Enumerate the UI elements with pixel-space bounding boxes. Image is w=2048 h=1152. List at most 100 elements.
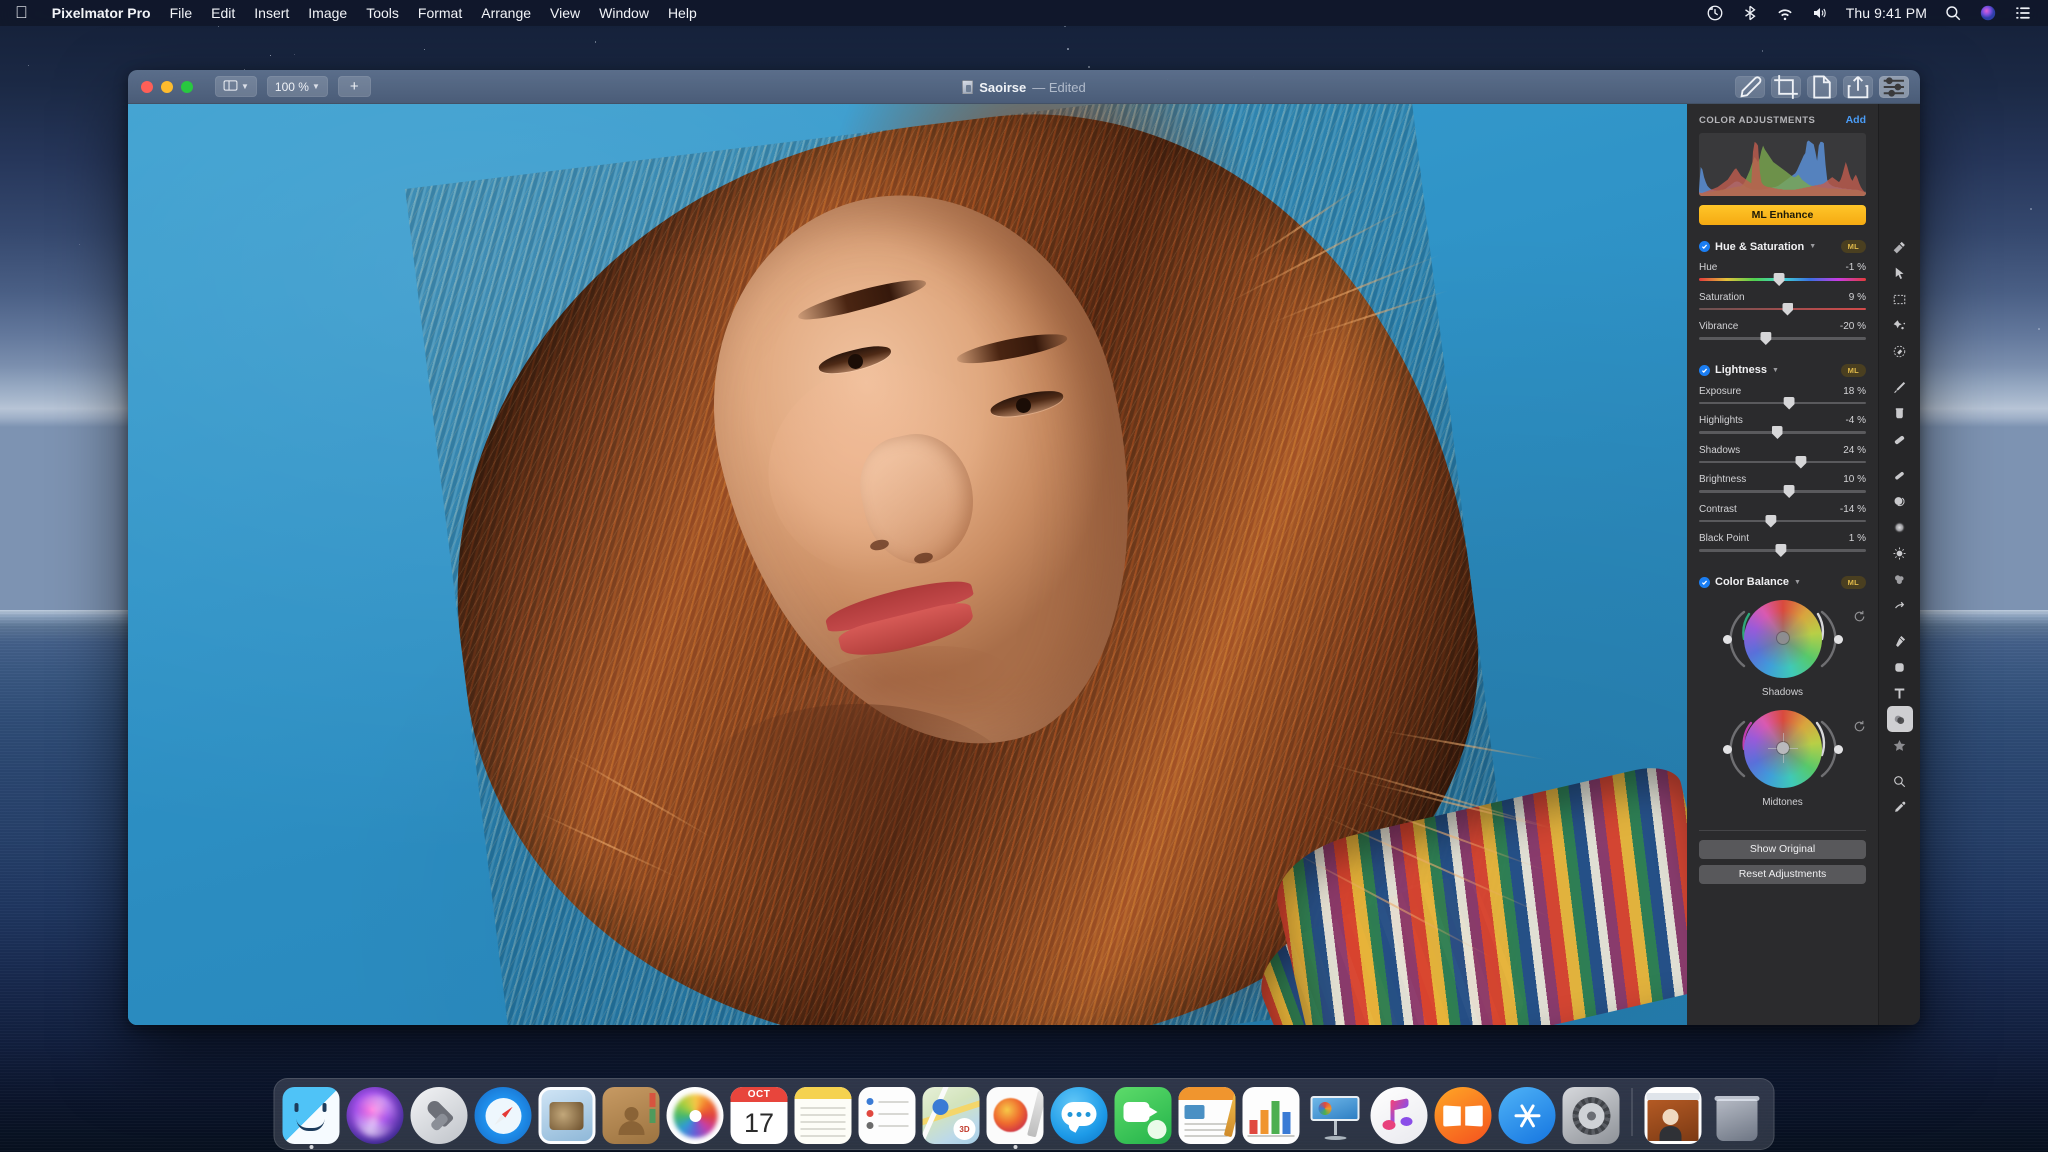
slider-highlights[interactable]: Highlights -4 % [1699,415,1866,434]
color-picker-tool[interactable] [1887,794,1913,820]
shape-tool[interactable] [1887,654,1913,680]
slider-track[interactable] [1699,461,1866,464]
search-icon[interactable] [1944,4,1962,22]
dock-item-calendar[interactable]: OCT 17 [731,1087,788,1144]
slider-knob[interactable] [1760,332,1771,345]
menu-item-format[interactable]: Format [418,5,462,21]
slider-knob[interactable] [1784,485,1795,498]
zoom-window-button[interactable] [181,81,193,93]
dock-item-notes[interactable] [795,1087,852,1144]
dock-item-messages[interactable] [1051,1087,1108,1144]
arc-slider-knob-left[interactable] [1723,745,1732,754]
adjustment-group-header[interactable]: Lightness ▼ ML [1699,364,1866,377]
slider-knob[interactable] [1765,515,1776,528]
slider-track[interactable] [1699,520,1866,523]
bluetooth-icon[interactable] [1741,4,1759,22]
time-machine-icon[interactable] [1706,4,1724,22]
show-original-button[interactable]: Show Original [1699,840,1866,859]
type-tool[interactable] [1887,680,1913,706]
control-center-icon[interactable] [2014,4,2032,22]
reset-adjustments-button[interactable]: Reset Adjustments [1699,865,1866,884]
dock-item-books[interactable] [1435,1087,1492,1144]
checkmark-icon[interactable] [1699,365,1710,376]
dock-item-app-store[interactable] [1499,1087,1556,1144]
dock-item-launchpad[interactable] [411,1087,468,1144]
menu-item-window[interactable]: Window [599,5,649,21]
slider-exposure[interactable]: Exposure 18 % [1699,386,1866,405]
layout-view-dropdown[interactable]: ▼ [215,76,257,97]
lighten-tool[interactable] [1887,540,1913,566]
checkmark-icon[interactable] [1699,577,1710,588]
adjustments-toggle-button[interactable] [1879,76,1909,98]
dock-item-keynote[interactable] [1307,1087,1364,1144]
zoom-tool[interactable] [1887,768,1913,794]
chevron-down-icon[interactable]: ▼ [1809,243,1816,250]
menu-item-app[interactable]: Pixelmator Pro [52,5,151,21]
slider-track[interactable] [1699,308,1866,311]
pencil-tool[interactable] [1887,462,1913,488]
menu-item-insert[interactable]: Insert [254,5,289,21]
repair-tool[interactable] [1887,234,1913,260]
slider-knob[interactable] [1775,544,1786,557]
wifi-icon[interactable] [1776,4,1794,22]
pinch-tool[interactable] [1887,592,1913,618]
slider-track[interactable] [1699,431,1866,434]
document-tool-button[interactable] [1807,76,1837,98]
checkmark-icon[interactable] [1699,241,1710,252]
dock-item-facetime[interactable] [1115,1087,1172,1144]
add-layer-button[interactable]: + [338,76,371,97]
dock-item-finder[interactable] [283,1087,340,1144]
crop-tool-button[interactable] [1771,76,1801,98]
add-adjustment-button[interactable]: Add [1846,114,1866,126]
pen-tool[interactable] [1887,628,1913,654]
paint-brush-tool[interactable] [1887,374,1913,400]
menu-item-view[interactable]: View [550,5,580,21]
paint-selection-tool[interactable] [1887,338,1913,364]
slider-knob[interactable] [1782,303,1793,316]
slider-vibrance[interactable]: Vibrance -20 % [1699,321,1866,340]
blur-tool[interactable] [1887,514,1913,540]
slider-track[interactable] [1699,549,1866,552]
image-canvas[interactable] [128,104,1687,1025]
dock-item-siri[interactable] [347,1087,404,1144]
menu-item-help[interactable]: Help [668,5,697,21]
close-window-button[interactable] [141,81,153,93]
arrow-select-tool[interactable] [1887,260,1913,286]
repair-tool-button[interactable] [1735,76,1765,98]
share-button[interactable] [1843,76,1873,98]
slider-contrast[interactable]: Contrast -14 % [1699,504,1866,523]
slider-hue[interactable]: Hue -1 % [1699,262,1866,281]
dock-item-photos[interactable] [667,1087,724,1144]
slider-black-point[interactable]: Black Point 1 % [1699,533,1866,552]
slider-saturation[interactable]: Saturation 9 % [1699,292,1866,311]
rectangular-marquee-tool[interactable] [1887,286,1913,312]
dock-item-safari[interactable] [475,1087,532,1144]
dock-item-maps[interactable]: 3D [923,1087,980,1144]
slider-knob[interactable] [1795,456,1806,469]
quick-selection-tool[interactable] [1887,312,1913,338]
dock-item-system-preferences[interactable] [1563,1087,1620,1144]
ml-enhance-button[interactable]: ML Enhance [1699,205,1866,225]
menu-item-arrange[interactable]: Arrange [481,5,531,21]
clone-stamp-tool[interactable] [1887,488,1913,514]
color-wheel-shadows[interactable] [1699,598,1866,685]
dock-item-pixelmator-pro[interactable] [987,1087,1044,1144]
siri-icon[interactable] [1979,4,1997,22]
slider-brightness[interactable]: Brightness 10 % [1699,474,1866,493]
slider-knob[interactable] [1772,426,1783,439]
menu-item-edit[interactable]: Edit [211,5,235,21]
paint-bucket-tool[interactable] [1887,400,1913,426]
eraser-tool[interactable] [1887,426,1913,452]
slider-knob[interactable] [1784,397,1795,410]
arc-slider-knob-right[interactable] [1834,745,1843,754]
dock-item-mail[interactable] [539,1087,596,1144]
arc-slider-knob-left[interactable] [1723,635,1732,644]
dock-item-reminders[interactable] [859,1087,916,1144]
dock-item-downloads-stack[interactable] [1645,1087,1702,1144]
chevron-down-icon[interactable]: ▼ [1794,579,1801,586]
menu-item-tools[interactable]: Tools [366,5,399,21]
adjustment-group-header[interactable]: Hue & Saturation ▼ ML [1699,240,1866,253]
smudge-tool[interactable] [1887,566,1913,592]
color-wheel-handle[interactable] [1777,742,1789,754]
dock-item-itunes[interactable] [1371,1087,1428,1144]
